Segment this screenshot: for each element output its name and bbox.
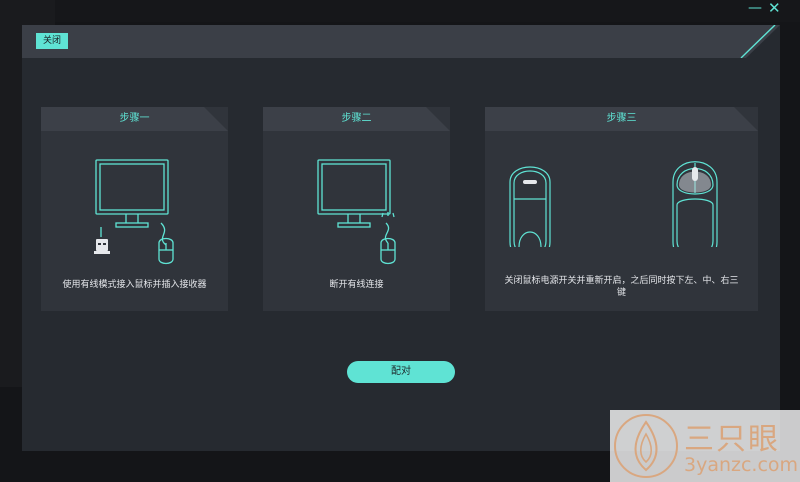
monitor-with-receiver-and-wired-mouse-icon: [94, 159, 174, 265]
step-card-2: 步骤二 断开有线连接: [263, 107, 450, 311]
watermark-chinese-text: 三只眼: [684, 422, 780, 457]
watermark-logo-icon: [614, 414, 678, 478]
step-card-3: 步骤三 关闭鼠标电源开关并重新开启，之后同时按下左、中、右三键: [485, 107, 758, 311]
step-description: 断开有线连接: [329, 280, 384, 290]
pair-button[interactable]: 配对: [347, 361, 455, 383]
step-title: 步骤一: [119, 113, 150, 124]
close-icon[interactable]: ✕: [768, 1, 781, 16]
monitor-with-disconnected-mouse-icon: [317, 159, 396, 265]
pairing-dialog: 关闭 步骤一 使用有线模式接入鼠标并插入接收器 步骤二 断开有线连接 步骤三 关…: [22, 25, 780, 451]
background-app-top: [55, 0, 800, 22]
close-tab-button[interactable]: 关闭: [36, 33, 68, 49]
step-title: 步骤三: [606, 113, 637, 124]
step-description: 使用有线模式接入鼠标并插入接收器: [62, 280, 207, 290]
mouse-bottom-and-top-icon: [509, 161, 718, 247]
watermark: 三只眼 3yanzc.com: [610, 410, 800, 482]
watermark-domain-text: 3yanzc.com: [684, 454, 799, 476]
header-accent-stripe: [740, 25, 776, 58]
step-description: 关闭鼠标电源开关并重新开启，之后同时按下左、中、右三键: [504, 276, 739, 298]
step-title: 步骤二: [341, 113, 372, 124]
minimize-icon[interactable]: —: [748, 1, 762, 15]
dialog-header: [22, 25, 780, 58]
step-card-1: 步骤一 使用有线模式接入鼠标并插入接收器: [41, 107, 228, 311]
